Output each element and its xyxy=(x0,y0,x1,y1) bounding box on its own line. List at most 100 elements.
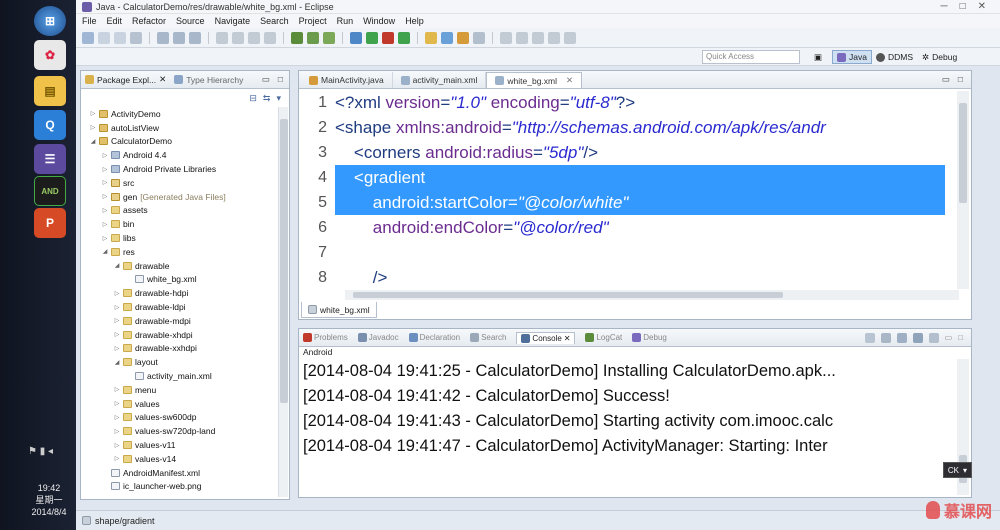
tree-item[interactable]: AndroidManifest.xml xyxy=(81,466,289,480)
editor-vertical-scrollbar[interactable] xyxy=(957,91,969,289)
code-line[interactable]: 2 <shape xmlns:android="http://schemas.an… xyxy=(299,115,945,140)
new-java-class-icon[interactable] xyxy=(441,31,453,44)
tab-package-explorer[interactable]: Package Expl... ✕ xyxy=(85,74,166,85)
android-sdk-manager-icon[interactable] xyxy=(291,31,303,44)
minimize-view-icon[interactable]: ▭ xyxy=(262,74,270,85)
forward-icon[interactable] xyxy=(564,31,576,44)
tab-console[interactable]: Console ✕ xyxy=(516,331,576,344)
quick-access-input[interactable]: Quick Access xyxy=(702,50,800,64)
collapsed-arrow-icon[interactable]: ▷ xyxy=(101,221,109,228)
scrollbar-thumb[interactable] xyxy=(280,119,288,403)
open-type-icon[interactable] xyxy=(457,31,469,44)
collapsed-arrow-icon[interactable]: ▷ xyxy=(113,428,121,435)
tree-item[interactable]: ◢ drawable xyxy=(81,259,289,273)
maximize-view-icon[interactable]: □ xyxy=(278,74,283,85)
app-launcher-icon[interactable]: ✿ xyxy=(34,40,66,70)
next-annotation-icon[interactable] xyxy=(500,31,512,44)
close-tab-icon[interactable]: ✕ xyxy=(566,75,573,86)
taskbar-clock[interactable]: 19:42 星期一 2014/8/4 xyxy=(0,482,76,518)
back-icon[interactable] xyxy=(548,31,560,44)
tree-item[interactable]: ▷ ActivityDemo xyxy=(81,107,289,121)
tree-item[interactable]: ▷ drawable-ldpi xyxy=(81,300,289,314)
close-icon[interactable]: ✕ xyxy=(159,74,166,85)
editor-horizontal-scrollbar[interactable] xyxy=(345,290,959,300)
collapsed-arrow-icon[interactable]: ▷ xyxy=(89,124,97,131)
tree-item[interactable]: ▷ Android 4.4 xyxy=(81,148,289,162)
collapsed-arrow-icon[interactable]: ▷ xyxy=(101,179,109,186)
windows-start-icon[interactable]: ⊞ xyxy=(34,6,66,36)
collapsed-arrow-icon[interactable]: ▷ xyxy=(101,235,109,242)
tree-item[interactable]: ◢ res xyxy=(81,245,289,259)
tree-item[interactable]: ▷ Android Private Libraries xyxy=(81,162,289,176)
ime-menu-icon[interactable]: ▾ xyxy=(963,466,967,475)
minimize-icon[interactable]: ─ xyxy=(940,1,947,12)
tree-item[interactable]: ▷ autoListView xyxy=(81,121,289,135)
tree-item[interactable]: ▷ src xyxy=(81,176,289,190)
lint-icon[interactable] xyxy=(323,31,335,44)
print-icon[interactable] xyxy=(130,31,142,44)
collapsed-arrow-icon[interactable]: ▷ xyxy=(101,166,109,173)
collapse-all-icon[interactable]: ⊟ xyxy=(249,93,257,104)
last-edit-icon[interactable] xyxy=(532,31,544,44)
perspective-debug-button[interactable]: ✲ Debug xyxy=(922,50,957,64)
code-line[interactable]: 7 xyxy=(299,240,945,265)
editor-tab[interactable]: white_bg.xml ✕ xyxy=(486,72,583,88)
run-icon[interactable] xyxy=(366,31,378,44)
tree-item[interactable]: ▷ drawable-xhdpi xyxy=(81,328,289,342)
collapsed-arrow-icon[interactable]: ▷ xyxy=(113,304,121,311)
external-tools-icon[interactable] xyxy=(382,31,394,44)
save-icon[interactable] xyxy=(98,31,110,44)
browser-icon[interactable]: Q xyxy=(34,110,66,140)
collapsed-arrow-icon[interactable]: ▷ xyxy=(113,331,121,338)
ime-toolbar[interactable]: CK ▾ xyxy=(942,462,972,478)
collapsed-arrow-icon[interactable]: ▷ xyxy=(113,455,121,462)
tree-item[interactable]: ic_launcher-web.png xyxy=(81,480,289,494)
tree-item[interactable]: ▷ values-sw600dp xyxy=(81,411,289,425)
editor-bottom-tab[interactable]: white_bg.xml xyxy=(301,302,377,318)
scroll-lock-icon[interactable] xyxy=(880,332,891,343)
menu-source[interactable]: Source xyxy=(176,16,205,26)
collapsed-arrow-icon[interactable]: ▷ xyxy=(113,400,121,407)
scrollbar-thumb[interactable] xyxy=(959,103,967,203)
tree-item[interactable]: ▷ values-v11 xyxy=(81,438,289,452)
tree-item[interactable]: activity_main.xml xyxy=(81,369,289,383)
avd-manager-icon[interactable] xyxy=(307,31,319,44)
tree-item[interactable]: ▷ values xyxy=(81,397,289,411)
menu-search[interactable]: Search xyxy=(260,16,289,26)
new-java-package-icon[interactable] xyxy=(425,31,437,44)
close-icon[interactable]: ✕ xyxy=(978,1,986,12)
open-console-icon[interactable] xyxy=(928,332,939,343)
coverage-icon[interactable] xyxy=(398,31,410,44)
maximize-icon[interactable]: □ xyxy=(960,1,966,12)
file-explorer-icon[interactable]: ▤ xyxy=(34,76,66,106)
maximize-view-icon[interactable]: □ xyxy=(958,333,963,343)
collapsed-arrow-icon[interactable]: ▷ xyxy=(89,110,97,117)
save-all-icon[interactable] xyxy=(114,31,126,44)
tab-javadoc[interactable]: Javadoc xyxy=(357,333,399,342)
resume-icon[interactable] xyxy=(264,31,276,44)
code-line[interactable]: 5 android:startColor="@color/white" xyxy=(299,190,945,215)
maximize-editor-icon[interactable]: □ xyxy=(958,74,963,85)
format-icon[interactable] xyxy=(157,31,169,44)
menu-refactor[interactable]: Refactor xyxy=(132,16,166,26)
eclipse-icon[interactable]: ☰ xyxy=(34,144,66,174)
display-console-icon[interactable] xyxy=(912,332,923,343)
expanded-arrow-icon[interactable]: ◢ xyxy=(113,262,121,269)
pin-console-icon[interactable] xyxy=(896,332,907,343)
tab-logcat[interactable]: LogCat xyxy=(585,333,622,342)
collapsed-arrow-icon[interactable]: ▷ xyxy=(113,442,121,449)
tab-declaration[interactable]: Declaration xyxy=(408,333,460,342)
minimize-editor-icon[interactable]: ▭ xyxy=(942,74,950,85)
package-explorer-scrollbar[interactable] xyxy=(278,107,288,497)
tree-item[interactable]: ◢ layout xyxy=(81,355,289,369)
tree-item[interactable]: ▷ bin xyxy=(81,217,289,231)
tree-item[interactable]: ▷ drawable-xxhdpi xyxy=(81,342,289,356)
open-perspective-icon[interactable]: ▣ xyxy=(814,50,822,64)
close-tab-icon[interactable]: ✕ xyxy=(564,334,571,343)
menu-file[interactable]: File xyxy=(82,16,97,26)
menu-help[interactable]: Help xyxy=(405,16,424,26)
powerpoint-icon[interactable]: P xyxy=(34,208,66,238)
system-tray[interactable]: ⚑ ▮ ◂ xyxy=(28,446,74,462)
collapsed-arrow-icon[interactable]: ▷ xyxy=(113,290,121,297)
code-editor[interactable]: 1 <?xml version="1.0" encoding="utf-8"?> 2… xyxy=(299,90,945,290)
